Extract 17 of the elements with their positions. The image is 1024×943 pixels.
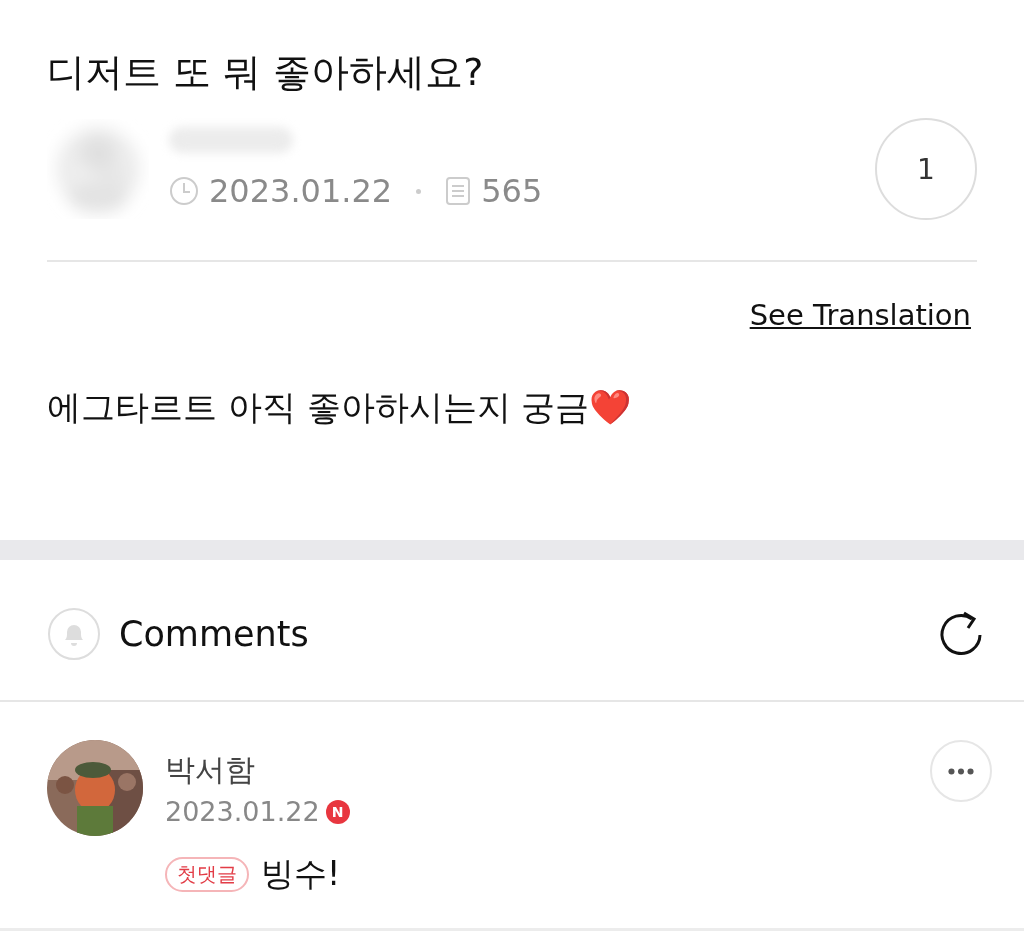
clock-icon [169,176,199,206]
separator-dot-icon [416,188,422,194]
post-date: 2023.01.22 [209,171,393,211]
comment-author[interactable]: 박서함 [165,750,930,790]
comment-text: 빙수! [261,853,341,895]
new-badge: N [325,800,350,824]
bell-icon[interactable] [47,607,101,661]
document-icon [445,176,472,206]
see-translation-link[interactable]: See Translation [749,298,971,332]
post-title: 디저트 또 뭐 좋아하세요? [47,49,485,96]
comments-heading: Comments [119,614,310,654]
comment-date: 2023.01.22 [165,795,320,829]
post-body: 에그타르트 아직 좋아하시는지 궁금❤ [47,386,633,429]
view-count: 565 [481,171,543,211]
more-icon [948,767,974,775]
first-comment-badge: 첫댓글 [165,857,249,892]
like-count-button[interactable]: 1 [875,118,977,220]
